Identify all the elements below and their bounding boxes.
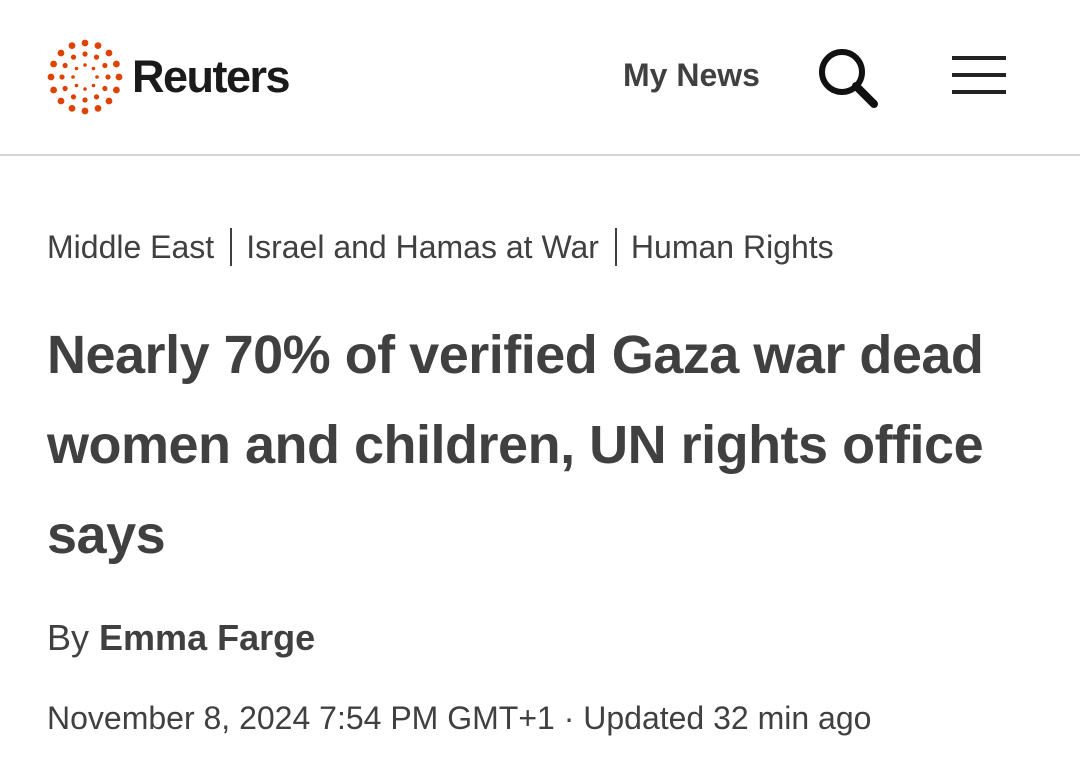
breadcrumb-divider	[614, 228, 617, 266]
search-button[interactable]	[816, 46, 880, 110]
reuters-logo[interactable]: Reuters	[46, 38, 291, 116]
reuters-logo-icon	[47, 39, 123, 115]
breadcrumb-divider	[230, 228, 233, 266]
search-icon	[819, 49, 878, 108]
author-link[interactable]: Emma Farge	[99, 617, 315, 658]
breadcrumb-human-rights[interactable]: Human Rights	[631, 229, 834, 266]
site-header: Reuters My News	[0, 0, 1080, 156]
byline: By Emma Farge	[47, 617, 315, 659]
byline-prefix: By	[47, 617, 90, 658]
article-dateline: November 8, 2024 7:54 PM GMT+1 · Updated…	[47, 700, 871, 737]
hamburger-menu-icon	[952, 56, 1006, 94]
breadcrumb: Middle East Israel and Hamas at War Huma…	[47, 228, 834, 266]
date-separator: ·	[563, 700, 575, 736]
menu-button[interactable]	[950, 52, 1008, 98]
breadcrumb-middle-east[interactable]: Middle East	[47, 229, 214, 266]
publish-date: November 8, 2024 7:54 PM GMT+1	[47, 700, 555, 736]
article-headline: Nearly 70% of verified Gaza war dead wom…	[47, 325, 984, 565]
brand-name: Reuters	[132, 51, 291, 102]
updated-time: Updated 32 min ago	[583, 700, 872, 736]
my-news-link[interactable]: My News	[623, 57, 760, 94]
breadcrumb-israel-hamas-war[interactable]: Israel and Hamas at War	[246, 229, 599, 266]
